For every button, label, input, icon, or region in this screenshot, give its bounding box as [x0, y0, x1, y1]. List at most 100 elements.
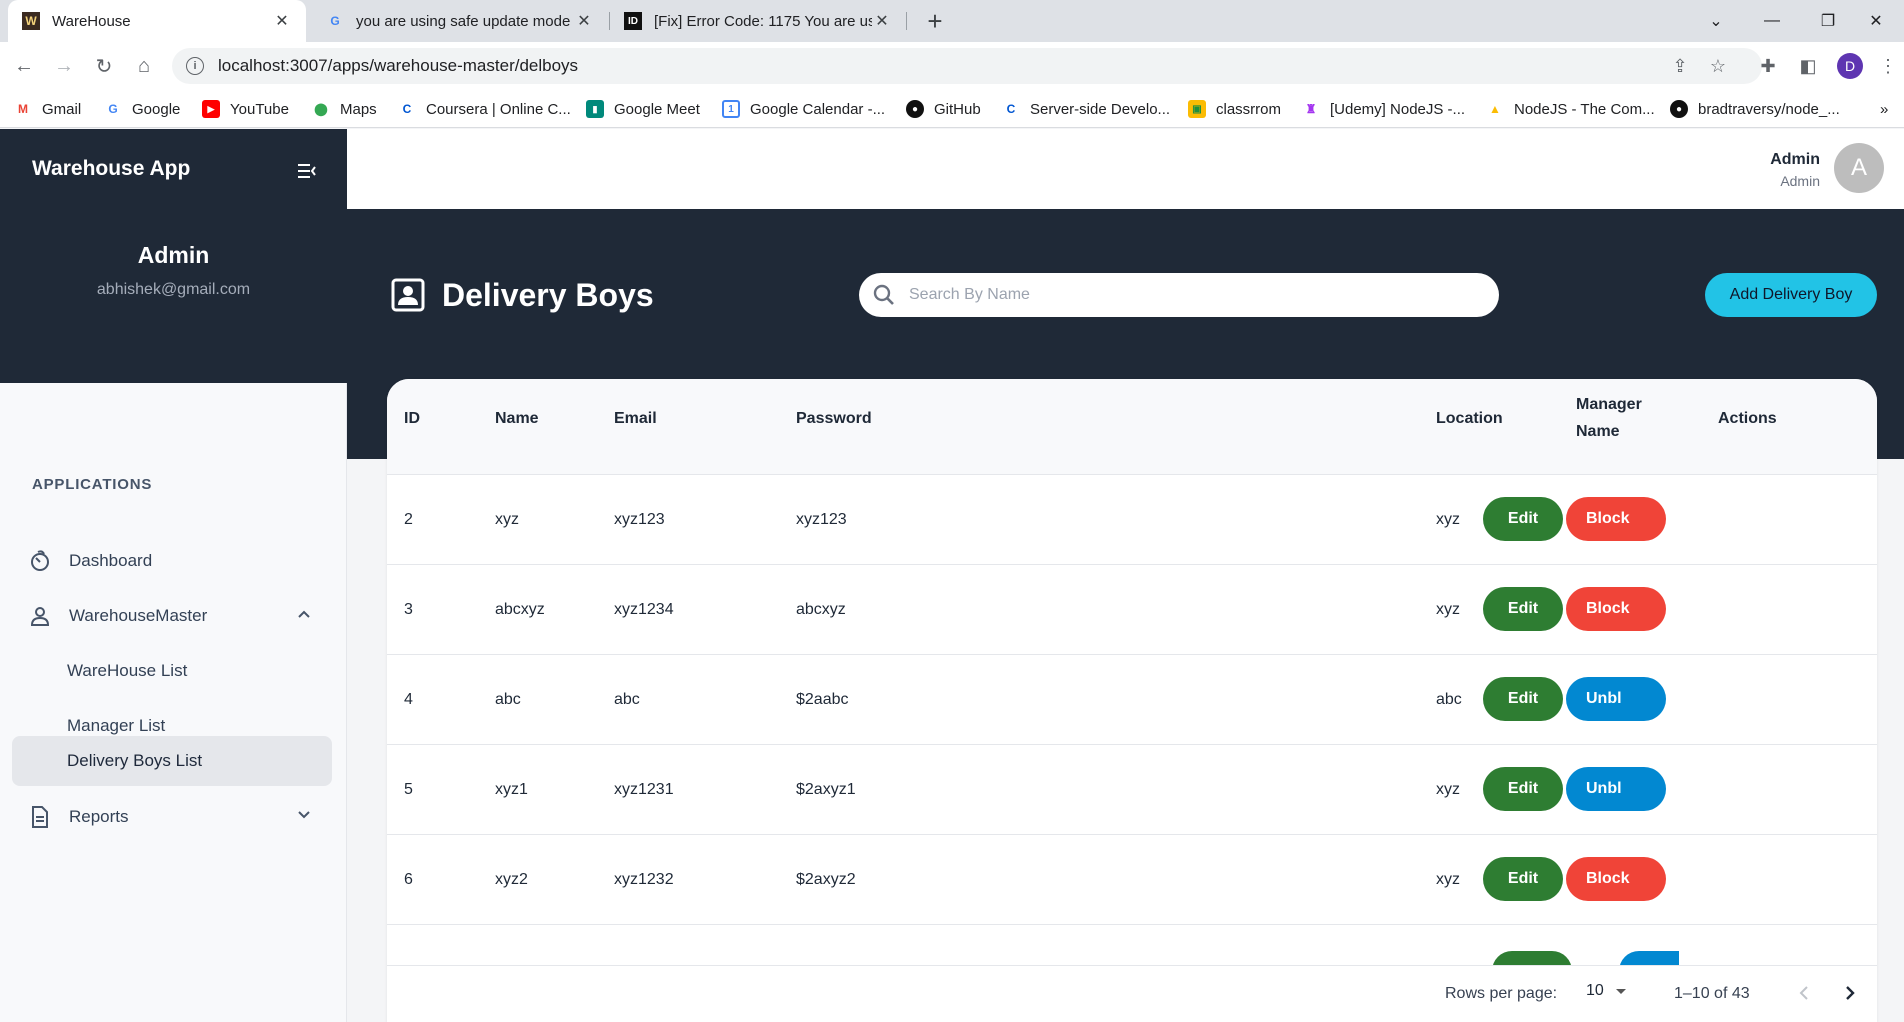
- warehouse-favicon: W: [22, 12, 40, 30]
- column-header-id[interactable]: ID: [404, 405, 420, 432]
- edit-button[interactable]: Edit: [1483, 857, 1563, 901]
- bookmark-maps[interactable]: ⬤ Maps: [312, 90, 377, 128]
- youtube-icon: ▶: [202, 100, 220, 118]
- bookmark-github[interactable]: ● GitHub: [906, 90, 981, 128]
- search-input[interactable]: [909, 286, 1469, 304]
- bookmark-star-icon[interactable]: ☆: [1702, 50, 1734, 82]
- menu-collapse-icon[interactable]: [295, 159, 319, 183]
- bookmark-youtube[interactable]: ▶ YouTube: [202, 90, 289, 128]
- edit-button[interactable]: Edit: [1483, 677, 1563, 721]
- github-icon: ●: [906, 100, 924, 118]
- new-tab-button[interactable]: +: [920, 6, 950, 36]
- browser-tab-strip: W WareHouse ✕ G you are using safe updat…: [0, 0, 1904, 42]
- sidebar-item-warehouse-list[interactable]: WareHouse List: [12, 646, 332, 696]
- rows-per-page-label: Rows per page:: [1445, 985, 1558, 1002]
- bookmark-label: GitHub: [934, 100, 981, 118]
- chevron-down-icon: [294, 805, 314, 825]
- share-icon[interactable]: ⇪: [1664, 50, 1696, 82]
- cell-password: $2axyz1: [796, 781, 856, 798]
- avatar[interactable]: A: [1834, 143, 1884, 193]
- bookmark-gmail[interactable]: M Gmail: [14, 90, 81, 128]
- column-header-email[interactable]: Email: [614, 405, 657, 432]
- profile-email: abhishek@gmail.com: [96, 281, 251, 298]
- cell-email: xyz1234: [614, 601, 674, 618]
- sidebar-item-reports[interactable]: Reports: [12, 792, 332, 842]
- calendar-icon: 1: [722, 100, 740, 118]
- rows-per-page-select[interactable]: 10: [1586, 982, 1626, 1000]
- browser-tab-warehouse[interactable]: W WareHouse ✕: [8, 0, 306, 42]
- user-role: Admin: [1780, 173, 1820, 189]
- forward-icon[interactable]: →: [48, 50, 80, 82]
- browser-tab-fix-error[interactable]: ID [Fix] Error Code: 1175 You are usi ✕: [610, 0, 906, 42]
- more-bookmarks-icon[interactable]: »: [1880, 90, 1888, 128]
- browser-tab-safe-update[interactable]: G you are using safe update mode ✕: [312, 0, 608, 42]
- sidebar-item-label: Dashboard: [69, 551, 153, 570]
- cell-password: abcxyz: [796, 601, 846, 618]
- coursera-icon: C: [1006, 102, 1016, 116]
- profile-avatar[interactable]: D: [1837, 53, 1863, 79]
- meet-icon: ▮: [586, 100, 604, 118]
- sidebar-item-dashboard[interactable]: Dashboard: [12, 536, 332, 586]
- column-header-location[interactable]: Location: [1436, 405, 1503, 432]
- add-delivery-boy-button[interactable]: Add Delivery Boy: [1705, 273, 1877, 317]
- site-info-icon[interactable]: i: [186, 57, 204, 75]
- close-tab-icon[interactable]: ✕: [272, 11, 292, 31]
- bookmark-label: Maps: [340, 100, 377, 118]
- bookmark-google[interactable]: G Google: [104, 90, 180, 128]
- tab-search-chevron-icon[interactable]: ⌄: [1688, 0, 1744, 42]
- previous-page-icon[interactable]: [1792, 981, 1816, 1005]
- bookmark-meet[interactable]: ▮ Google Meet: [586, 90, 700, 128]
- next-page-icon[interactable]: [1838, 981, 1862, 1005]
- browser-menu-icon[interactable]: ⋮: [1872, 50, 1904, 82]
- cell-name: abcxyz: [495, 601, 545, 618]
- address-bar[interactable]: i localhost:3007/apps/warehouse-master/d…: [172, 48, 1762, 84]
- cell-location: xyz: [1436, 601, 1460, 618]
- extensions-icon[interactable]: ✚: [1752, 50, 1784, 82]
- app-brand[interactable]: Warehouse App: [32, 157, 190, 181]
- close-tab-icon[interactable]: ✕: [872, 11, 892, 31]
- unblock-button[interactable]: Unbl: [1566, 677, 1666, 721]
- cell-id: 6: [404, 871, 413, 888]
- unblock-button[interactable]: Unbl: [1566, 767, 1666, 811]
- table-row: 5xyz1xyz1231$2axyz1xyzAbhishekEditUnbl: [387, 745, 1877, 835]
- bookmark-server-side[interactable]: C Server-side Develo...: [1002, 90, 1170, 128]
- block-button[interactable]: Block: [1566, 857, 1666, 901]
- bookmark-nodejs[interactable]: ▲ NodeJS - The Com...: [1486, 90, 1655, 128]
- reload-icon[interactable]: ↻: [88, 50, 120, 82]
- id-favicon: ID: [624, 12, 642, 30]
- bookmark-bradtraversy[interactable]: ● bradtraversy/node_...: [1670, 90, 1840, 128]
- search-box[interactable]: [859, 273, 1499, 317]
- sidebar-item-warehousemaster[interactable]: WarehouseMaster: [12, 591, 332, 641]
- bookmark-label: Coursera | Online C...: [426, 100, 571, 118]
- column-header-password[interactable]: Password: [796, 405, 872, 432]
- bookmark-udemy[interactable]: ♜ [Udemy] NodeJS -...: [1302, 90, 1465, 128]
- bookmark-coursera[interactable]: C Coursera | Online C...: [398, 90, 571, 128]
- block-button[interactable]: Block: [1566, 497, 1666, 541]
- cell-name: xyz2: [495, 871, 528, 888]
- url-text: localhost:3007/apps/warehouse-master/del…: [218, 56, 579, 75]
- cell-id: 3: [404, 601, 413, 618]
- column-header-name[interactable]: Name: [495, 405, 539, 432]
- sidebar-item-delivery-boys-list[interactable]: Delivery Boys List: [12, 736, 332, 786]
- close-window-icon[interactable]: ✕: [1848, 0, 1904, 42]
- column-header-manager-name[interactable]: Manager Name: [1576, 391, 1642, 445]
- close-tab-icon[interactable]: ✕: [574, 11, 594, 31]
- side-panel-icon[interactable]: ◧: [1792, 50, 1824, 82]
- edit-button[interactable]: Edit: [1483, 587, 1563, 631]
- edit-button[interactable]: Edit: [1483, 767, 1563, 811]
- github-icon: ●: [1670, 100, 1688, 118]
- dashboard-icon: [28, 549, 52, 573]
- back-icon[interactable]: ←: [8, 50, 40, 82]
- edit-button[interactable]: Edit: [1483, 497, 1563, 541]
- pagination-bar: Rows per page: 10 1–10 of 43: [387, 965, 1877, 1022]
- contact-card-icon: [391, 278, 425, 312]
- bookmark-classroom[interactable]: ▣ classrrom: [1188, 90, 1281, 128]
- cell-email: abc: [614, 691, 640, 708]
- table-row: 4abcabc$2aabcabcAbhishekEditUnbl: [387, 655, 1877, 745]
- home-icon[interactable]: ⌂: [128, 50, 160, 82]
- bookmark-calendar[interactable]: 1 Google Calendar -...: [722, 90, 885, 128]
- block-button[interactable]: Block: [1566, 587, 1666, 631]
- minimize-icon[interactable]: —: [1744, 0, 1800, 42]
- sidebar-item-label: Delivery Boys List: [67, 751, 203, 770]
- sidebar-item-label: WareHouse List: [67, 661, 188, 680]
